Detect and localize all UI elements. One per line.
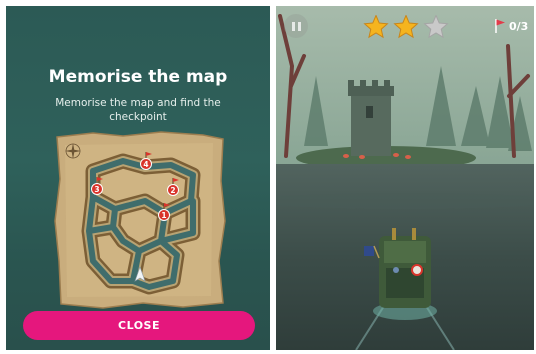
stone-tower — [348, 80, 394, 156]
panel-subtitle: Memorise the map and find the checkpoint — [55, 97, 221, 123]
svg-text:1: 1 — [161, 211, 166, 220]
game-view: 0/3 — [276, 6, 534, 350]
close-button[interactable]: CLOSE — [23, 311, 255, 340]
swamp-scene — [276, 6, 534, 350]
star-icon-filled — [363, 15, 389, 39]
pause-icon — [290, 21, 302, 31]
star-icon-filled — [393, 15, 419, 39]
svg-text:2: 2 — [170, 186, 175, 195]
flags-collected-text: 0/3 — [509, 19, 529, 33]
treasure-map: 4 3 2 1 — [54, 131, 226, 309]
checkpoint-counter: 0/3 — [494, 17, 528, 35]
red-flag-icon — [495, 19, 505, 33]
svg-text:4: 4 — [143, 160, 148, 169]
svg-text:3: 3 — [94, 185, 99, 194]
pause-button[interactable] — [284, 14, 308, 38]
memorise-map-panel: Memorise the map Memorise the map and fi… — [6, 6, 270, 350]
star-icon-empty — [423, 15, 449, 39]
star-rating — [363, 15, 449, 39]
panel-title: Memorise the map — [48, 67, 228, 87]
